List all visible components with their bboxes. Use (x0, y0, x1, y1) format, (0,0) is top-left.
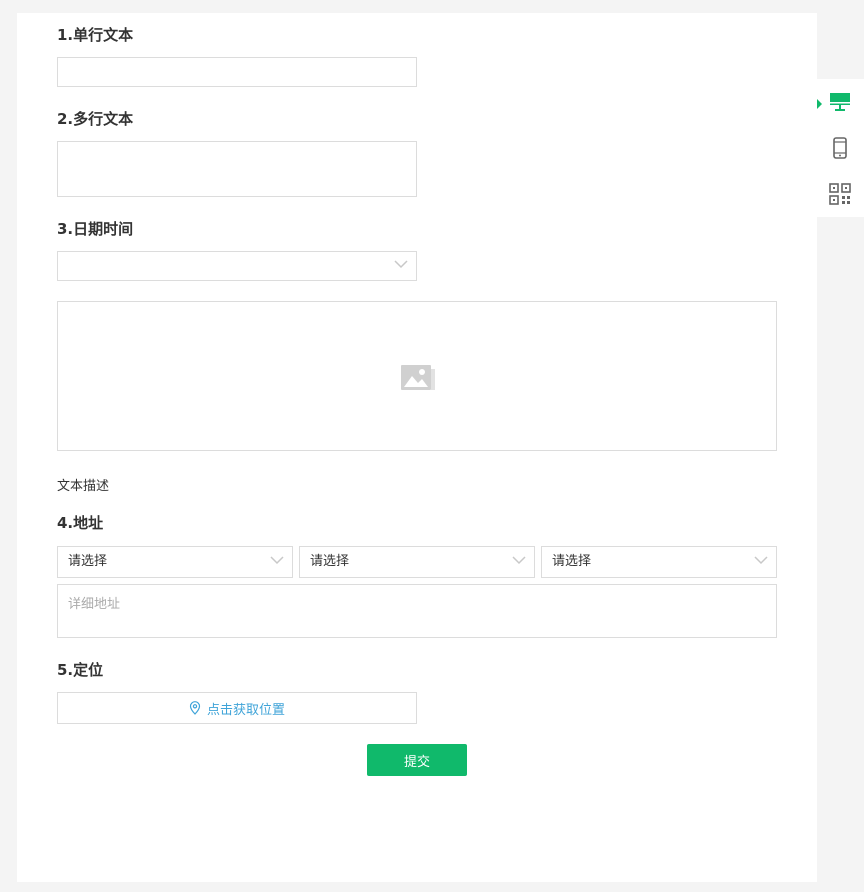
question-title-location: 5.定位 (57, 661, 104, 679)
city-select-value: 请选择 (310, 554, 350, 569)
mobile-icon (833, 137, 847, 159)
desktop-icon (830, 93, 850, 111)
get-location-label: 点击获取位置 (206, 702, 285, 718)
district-select[interactable]: 请选择 (541, 546, 777, 578)
chevron-down-icon (270, 556, 284, 565)
desktop-preview-button[interactable] (817, 81, 864, 121)
preview-mode-panel (817, 79, 864, 217)
get-location-button[interactable]: 点击获取位置 (57, 692, 417, 724)
active-indicator (817, 99, 822, 109)
image-caption: 文本描述 (57, 479, 110, 494)
detail-address-input[interactable]: 详细地址 (57, 584, 777, 638)
qrcode-preview-button[interactable] (817, 173, 864, 213)
detail-address-placeholder: 详细地址 (68, 597, 121, 612)
district-select-value: 请选择 (552, 554, 592, 569)
multi-line-text-input[interactable] (57, 141, 417, 197)
city-select[interactable]: 请选择 (299, 546, 535, 578)
question-title-address: 4.地址 (57, 514, 104, 532)
mobile-preview-button[interactable] (817, 127, 864, 167)
single-line-text-input[interactable] (57, 57, 417, 87)
question-title-single-line: 1.单行文本 (57, 26, 134, 44)
chevron-down-icon (394, 260, 408, 269)
province-select[interactable]: 请选择 (57, 546, 293, 578)
datetime-picker[interactable] (57, 251, 417, 281)
image-icon (401, 365, 435, 390)
image-placeholder (57, 301, 777, 451)
chevron-down-icon (754, 556, 768, 565)
location-pin-icon (189, 701, 201, 715)
question-title-multi-line: 2.多行文本 (57, 110, 134, 128)
qrcode-icon (829, 183, 851, 205)
province-select-value: 请选择 (68, 554, 108, 569)
submit-button[interactable]: 提交 (367, 744, 467, 776)
chevron-down-icon (512, 556, 526, 565)
question-title-datetime: 3.日期时间 (57, 220, 134, 238)
form-card: 1.单行文本 2.多行文本 3.日期时间 文本描述 4.地址 请选择 请选择 请… (17, 13, 817, 882)
